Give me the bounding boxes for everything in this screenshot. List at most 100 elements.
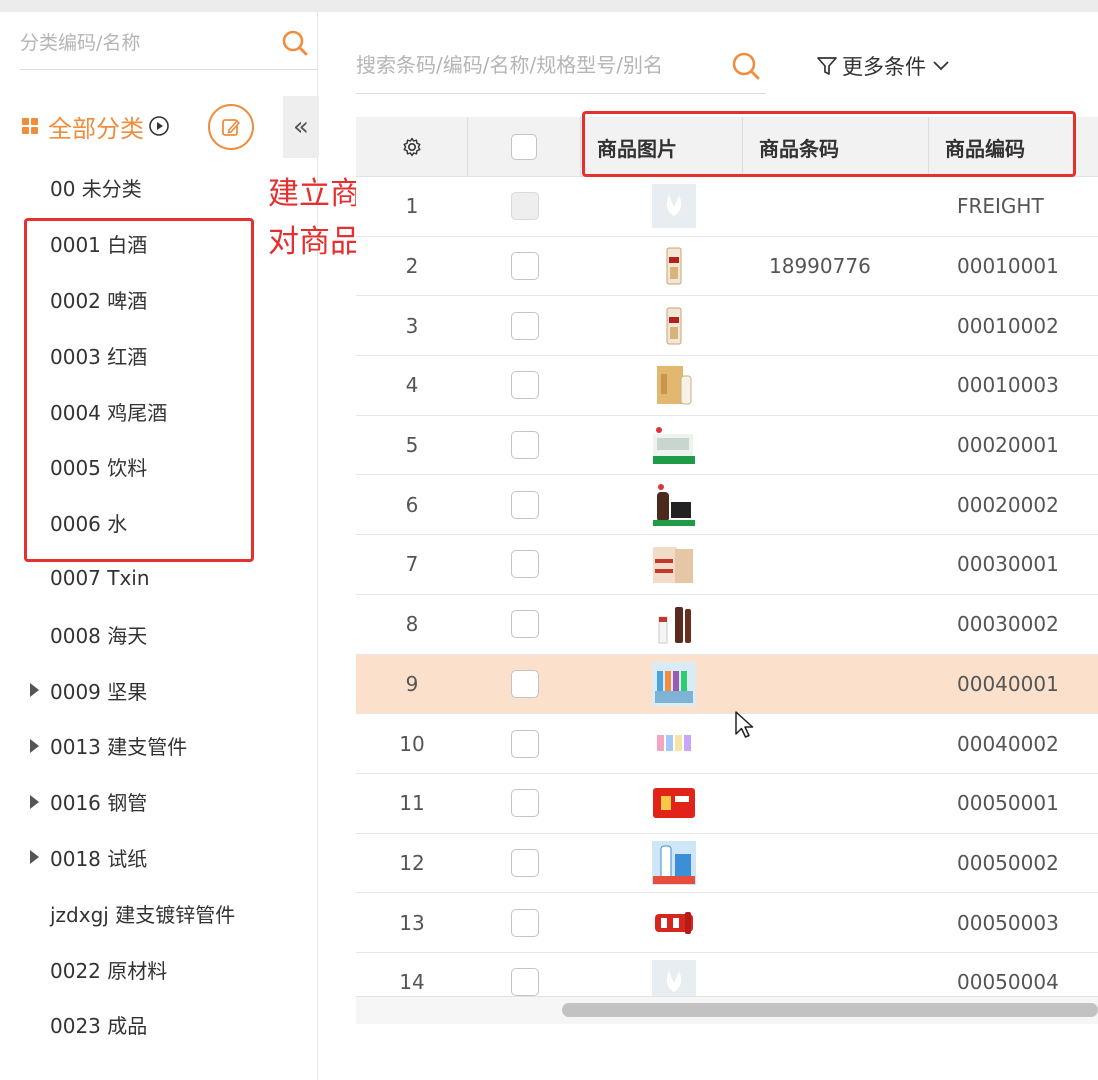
product-thumbnail[interactable]	[651, 780, 697, 826]
row-select-cell	[468, 893, 581, 952]
category-item[interactable]: 0003 红酒	[0, 327, 318, 383]
product-thumbnail[interactable]	[651, 840, 697, 886]
category-item[interactable]: 0005 饮料	[0, 439, 318, 495]
row-checkbox[interactable]	[510, 252, 539, 281]
category-item[interactable]: 0013 建支管件	[0, 718, 318, 774]
category-item-label: 0005 饮料	[50, 456, 148, 481]
row-select-cell	[468, 655, 581, 714]
gear-icon[interactable]	[401, 136, 423, 158]
table-row[interactable]: 3 00010002	[356, 296, 1098, 357]
expand-arrow-icon[interactable]	[30, 850, 39, 865]
category-item[interactable]: 0007 Txin	[0, 551, 318, 607]
table-row[interactable]: 13 00050003	[356, 893, 1098, 953]
table-row[interactable]: 6 00020002	[356, 475, 1098, 536]
product-image-cell	[581, 893, 743, 952]
grid-icon	[22, 118, 38, 134]
select-all-checkbox[interactable]	[511, 134, 537, 160]
row-checkbox[interactable]	[510, 431, 539, 460]
table-row[interactable]: 9 00040001	[356, 654, 1098, 715]
product-thumbnail[interactable]	[651, 900, 697, 946]
expand-arrow-icon[interactable]	[30, 738, 39, 753]
category-list: 00 未分类 0001 白酒 0002 啤酒 0003 红酒 0004 鸡尾酒 0005 …	[0, 160, 318, 1053]
table-row[interactable]: 4 00010003	[356, 356, 1098, 416]
table-row[interactable]: 2 18990776 00010001	[356, 236, 1098, 297]
product-thumbnail[interactable]	[651, 541, 697, 587]
row-select-cell	[468, 177, 581, 236]
column-header-barcode[interactable]: 商品条码	[743, 117, 929, 177]
row-index: 13	[399, 910, 425, 935]
row-checkbox[interactable]	[510, 490, 539, 519]
expand-arrow-icon[interactable]	[30, 794, 39, 809]
product-thumbnail[interactable]	[651, 482, 697, 528]
horizontal-scrollbar[interactable]	[356, 996, 1098, 1024]
scrollbar-thumb[interactable]	[562, 1003, 1098, 1017]
double-chevron-left-icon: «	[293, 112, 309, 142]
more-filters-label: 更多条件	[842, 55, 926, 79]
collapse-panel-button[interactable]: «	[283, 96, 319, 158]
category-item[interactable]: 0018 试纸	[0, 830, 318, 886]
category-item[interactable]: 0004 鸡尾酒	[0, 383, 318, 439]
product-thumbnail[interactable]	[651, 362, 697, 408]
category-item[interactable]: 00 未分类	[0, 160, 318, 216]
edit-category-button[interactable]	[208, 104, 254, 150]
column-header-code[interactable]: 商品编码	[929, 117, 1098, 177]
table-row[interactable]: 8 00030002	[356, 594, 1098, 655]
more-filters-button[interactable]: 更多条件	[816, 50, 954, 82]
category-item[interactable]: 0016 钢管	[0, 774, 318, 830]
category-item[interactable]: 0002 啤酒	[0, 272, 318, 328]
product-barcode	[743, 595, 929, 654]
search-icon[interactable]	[280, 28, 310, 58]
category-item[interactable]: 0022 原材料	[0, 941, 318, 997]
filter-icon	[817, 57, 837, 75]
product-thumbnail[interactable]	[651, 183, 697, 229]
all-categories-row[interactable]: 全部分类	[22, 106, 170, 146]
category-item[interactable]: 0001 白酒	[0, 216, 318, 272]
expand-arrow-icon[interactable]	[30, 683, 39, 698]
product-image-cell	[581, 834, 743, 893]
category-item[interactable]: 0023 成品	[0, 997, 318, 1053]
table-row[interactable]: 5 00020001	[356, 415, 1098, 476]
search-icon[interactable]	[730, 50, 762, 82]
product-barcode	[743, 356, 929, 415]
table-row[interactable]: 11 00050001	[356, 773, 1098, 834]
product-thumbnail[interactable]	[651, 601, 697, 647]
category-item[interactable]: 0006 水	[0, 495, 318, 551]
category-item[interactable]: 0009 坚果	[0, 662, 318, 718]
row-checkbox[interactable]	[510, 789, 539, 818]
product-thumbnail[interactable]	[651, 303, 697, 349]
category-panel: 全部分类 « 00 未分类 0001 白酒 0002 啤酒 0003 红酒 0004 鸡…	[0, 12, 319, 1080]
category-item-label: 0006 水	[50, 512, 128, 537]
product-code: FREIGHT	[957, 194, 1044, 219]
row-select-cell	[468, 834, 581, 893]
row-checkbox[interactable]	[510, 848, 539, 877]
product-thumbnail[interactable]	[651, 243, 697, 289]
product-barcode	[743, 774, 929, 833]
row-checkbox[interactable]	[510, 908, 539, 937]
table-row[interactable]: 10 00040002	[356, 714, 1098, 774]
product-image-cell	[581, 475, 743, 534]
product-thumbnail[interactable]	[651, 661, 697, 707]
category-item[interactable]: jzdxgj 建支镀锌管件	[0, 885, 318, 941]
product-barcode	[743, 177, 929, 236]
table-row[interactable]: 7 00030001	[356, 535, 1098, 595]
product-code: 00030002	[957, 612, 1059, 637]
play-circle-icon[interactable]	[148, 115, 170, 137]
category-item-label: 00 未分类	[50, 177, 142, 202]
edit-icon	[222, 119, 241, 136]
table-row[interactable]: 12 00050002	[356, 833, 1098, 894]
row-checkbox[interactable]	[510, 729, 539, 758]
category-item[interactable]: 0008 海天	[0, 606, 318, 662]
product-thumbnail[interactable]	[651, 422, 697, 468]
row-select-cell	[468, 714, 581, 773]
category-search-input[interactable]	[20, 24, 260, 62]
row-checkbox[interactable]	[510, 550, 539, 579]
product-thumbnail[interactable]	[651, 721, 697, 767]
column-header-image[interactable]: 商品图片	[581, 117, 743, 177]
row-checkbox[interactable]	[510, 669, 539, 698]
row-checkbox[interactable]	[510, 311, 539, 340]
row-checkbox[interactable]	[510, 371, 539, 400]
table-row[interactable]: 1 FREIGHT	[356, 177, 1098, 237]
product-search-input[interactable]	[356, 42, 716, 88]
row-checkbox[interactable]	[510, 610, 539, 639]
row-checkbox[interactable]	[510, 968, 539, 997]
